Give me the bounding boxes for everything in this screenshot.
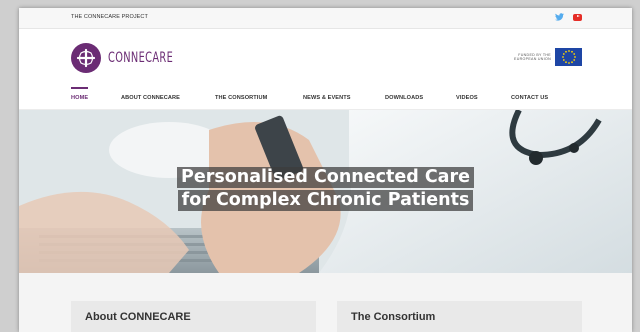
nav-news-events[interactable]: NEWS & EVENTS — [303, 95, 351, 101]
nav-consortium[interactable]: THE CONSORTIUM — [215, 95, 267, 101]
consortium-card[interactable]: The Consortium — [337, 301, 582, 332]
logo-text: CONNECARE — [108, 50, 174, 66]
funding-line2: EUROPEAN UNION — [514, 57, 551, 61]
nav-videos[interactable]: VIDEOS — [456, 95, 478, 101]
logo-mark-icon — [71, 43, 101, 73]
project-label: THE CONNECARE PROJECT — [71, 14, 148, 20]
about-card-title: About CONNECARE — [85, 311, 191, 323]
social-links — [555, 13, 582, 21]
twitter-icon[interactable] — [555, 13, 564, 21]
main-nav: HOME ABOUT CONNECARE THE CONSORTIUM NEWS… — [19, 87, 632, 110]
about-card[interactable]: About CONNECARE — [71, 301, 316, 332]
page: THE CONNECARE PROJECT CONNECARE FUNDED B… — [19, 8, 632, 332]
site-logo[interactable]: CONNECARE — [71, 43, 201, 73]
nav-home[interactable]: HOME — [71, 87, 89, 101]
funding-badge: FUNDED BY THE EUROPEAN UNION — [514, 48, 582, 66]
hero-banner: Personalised Connected Care for Complex … — [19, 110, 632, 273]
hero-title: Personalised Connected Care for Complex … — [19, 166, 632, 212]
site-header: CONNECARE FUNDED BY THE EUROPEAN UNION — [19, 29, 632, 87]
consortium-card-title: The Consortium — [351, 311, 436, 323]
nav-contact[interactable]: CONTACT US — [511, 95, 548, 101]
youtube-icon[interactable] — [573, 13, 582, 21]
top-bar: THE CONNECARE PROJECT — [19, 8, 632, 29]
nav-downloads[interactable]: DOWNLOADS — [385, 95, 423, 101]
nav-about[interactable]: ABOUT CONNECARE — [121, 95, 180, 101]
eu-flag-icon — [555, 48, 582, 66]
content-section: About CONNECARE The Consortium — [19, 273, 632, 332]
hero-title-line1: Personalised Connected Care — [177, 167, 474, 188]
hero-title-line2: for Complex Chronic Patients — [177, 190, 474, 211]
